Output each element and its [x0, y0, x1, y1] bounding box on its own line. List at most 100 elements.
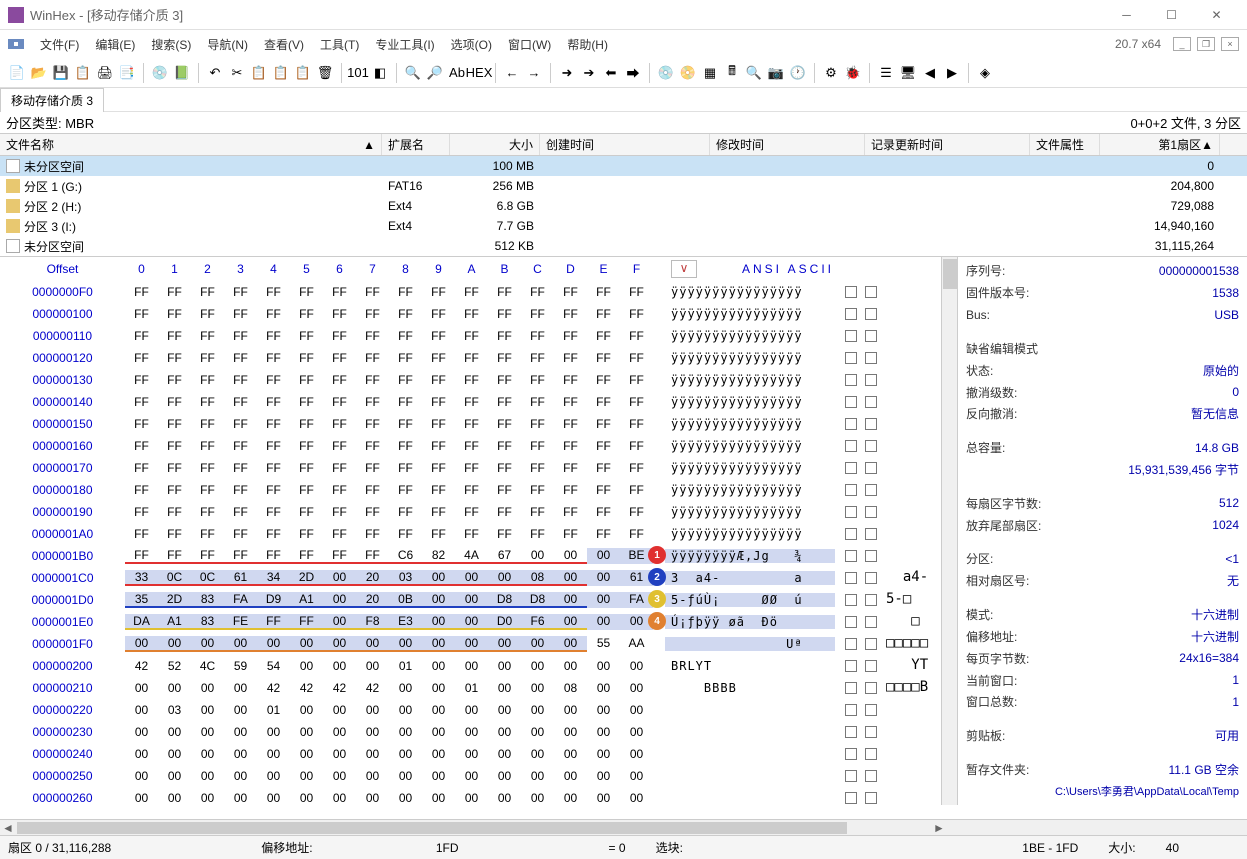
- hex-byte[interactable]: FF: [521, 483, 554, 497]
- hex-byte[interactable]: FF: [455, 307, 488, 321]
- hex-row[interactable]: 0000002400000000000000000000000000000000…: [0, 743, 941, 765]
- hex-byte[interactable]: FF: [290, 373, 323, 387]
- hex-byte[interactable]: 00: [158, 725, 191, 739]
- hex-byte[interactable]: FF: [158, 285, 191, 299]
- hex-byte[interactable]: FF: [356, 285, 389, 299]
- hex-byte[interactable]: FF: [290, 285, 323, 299]
- hex-byte[interactable]: FF: [224, 439, 257, 453]
- hex-byte[interactable]: 00: [587, 703, 620, 717]
- hex-byte[interactable]: FF: [554, 461, 587, 475]
- hex-ascii[interactable]: BRLYT: [665, 659, 835, 673]
- hex-byte[interactable]: 52: [158, 659, 191, 673]
- hex-byte[interactable]: FF: [455, 351, 488, 365]
- hex-vertical-scrollbar[interactable]: [941, 257, 957, 805]
- hex-byte[interactable]: FF: [587, 307, 620, 321]
- hex-byte[interactable]: FF: [323, 527, 356, 541]
- checkbox-icon[interactable]: [845, 418, 857, 430]
- hex-byte[interactable]: FF: [521, 505, 554, 519]
- hex-byte[interactable]: FF: [158, 395, 191, 409]
- hex-row[interactable]: 0000001A0FFFFFFFFFFFFFFFFFFFFFFFFFFFFFFF…: [0, 523, 941, 545]
- hex-byte[interactable]: FF: [554, 329, 587, 343]
- hex-byte[interactable]: FF: [455, 329, 488, 343]
- hex-byte[interactable]: C6: [389, 548, 422, 564]
- hex-byte[interactable]: FF: [323, 439, 356, 453]
- hex-byte[interactable]: FF: [125, 417, 158, 431]
- hex-byte[interactable]: FF: [290, 548, 323, 564]
- hex-byte[interactable]: 00: [356, 703, 389, 717]
- hex-byte[interactable]: FF: [290, 351, 323, 365]
- checkbox-icon[interactable]: [865, 638, 877, 650]
- file-row[interactable]: 未分区空间512 KB31,115,264: [0, 236, 1247, 256]
- hex-row[interactable]: 000000140FFFFFFFFFFFFFFFFFFFFFFFFFFFFFFF…: [0, 391, 941, 413]
- hex-byte[interactable]: 00: [455, 769, 488, 783]
- hex-byte[interactable]: FF: [125, 505, 158, 519]
- hex-byte[interactable]: 00: [587, 747, 620, 761]
- hex-ascii[interactable]: ÿÿÿÿÿÿÿÿÆ‚Jg ¾: [665, 549, 835, 563]
- hex-byte[interactable]: FF: [521, 329, 554, 343]
- file-row[interactable]: 分区 2 (H:)Ext46.8 GB729,088: [0, 196, 1247, 216]
- hex-byte[interactable]: 00: [554, 659, 587, 673]
- checkbox-icon[interactable]: [845, 286, 857, 298]
- hex-byte[interactable]: FF: [125, 548, 158, 564]
- hex-byte[interactable]: 00: [323, 592, 356, 608]
- hex-byte[interactable]: FF: [521, 417, 554, 431]
- hex-row[interactable]: 0000000F0FFFFFFFFFFFFFFFFFFFFFFFFFFFFFFF…: [0, 281, 941, 303]
- hex-byte[interactable]: 42: [356, 681, 389, 695]
- hex-byte[interactable]: FF: [455, 417, 488, 431]
- hex-byte[interactable]: 00: [620, 725, 653, 739]
- hex-byte[interactable]: 00: [521, 769, 554, 783]
- checkbox-icon[interactable]: [845, 550, 857, 562]
- mdi-restore-button[interactable]: ❐: [1197, 37, 1215, 51]
- hex-byte[interactable]: 00: [389, 703, 422, 717]
- hex-byte[interactable]: FF: [620, 373, 653, 387]
- hex-byte[interactable]: 00: [356, 659, 389, 673]
- hex-row[interactable]: 0000001F0000000000000000000000000000055A…: [0, 633, 941, 655]
- hex-byte[interactable]: FF: [554, 351, 587, 365]
- hex-byte[interactable]: FF: [422, 373, 455, 387]
- hex-byte[interactable]: 00: [554, 548, 587, 564]
- hex-byte[interactable]: 00: [191, 703, 224, 717]
- hex-byte[interactable]: FF: [620, 483, 653, 497]
- checkbox-icon[interactable]: [845, 726, 857, 738]
- checkbox-icon[interactable]: [865, 418, 877, 430]
- hex-byte[interactable]: 00: [257, 791, 290, 805]
- hex-byte[interactable]: FF: [158, 373, 191, 387]
- magnifier-icon[interactable]: 🔍: [745, 64, 763, 82]
- hex-byte[interactable]: FF: [224, 505, 257, 519]
- hex-byte[interactable]: FF: [323, 329, 356, 343]
- hex-ascii[interactable]: [665, 747, 835, 761]
- hex-byte[interactable]: FF: [158, 351, 191, 365]
- hex-byte[interactable]: 00: [158, 636, 191, 652]
- hex-byte[interactable]: FF: [389, 483, 422, 497]
- hex-byte[interactable]: 83: [191, 592, 224, 608]
- hex-byte[interactable]: 00: [191, 681, 224, 695]
- hex-byte[interactable]: FF: [521, 395, 554, 409]
- hex-row[interactable]: 000000100FFFFFFFFFFFFFFFFFFFFFFFFFFFFFFF…: [0, 303, 941, 325]
- hex-byte[interactable]: 42: [257, 681, 290, 695]
- hex-byte[interactable]: 00: [158, 769, 191, 783]
- hex-byte[interactable]: FF: [257, 329, 290, 343]
- menu-edit[interactable]: 编辑(E): [89, 34, 141, 55]
- hex-byte[interactable]: 00: [323, 659, 356, 673]
- hex-byte[interactable]: 00: [422, 747, 455, 761]
- hex-byte[interactable]: 00: [389, 769, 422, 783]
- hex-byte[interactable]: FF: [323, 461, 356, 475]
- hex-byte[interactable]: FF: [455, 461, 488, 475]
- checkbox-icon[interactable]: [865, 704, 877, 716]
- hex-row[interactable]: 000000120FFFFFFFFFFFFFFFFFFFFFFFFFFFFFFF…: [0, 347, 941, 369]
- hex-byte[interactable]: 00: [422, 592, 455, 608]
- hex-byte[interactable]: F6: [521, 614, 554, 630]
- hex-ascii[interactable]: ÿÿÿÿÿÿÿÿÿÿÿÿÿÿÿÿ: [665, 461, 835, 475]
- hex-byte[interactable]: 00: [554, 614, 587, 630]
- checkbox-icon[interactable]: [845, 682, 857, 694]
- hex-byte[interactable]: FF: [389, 285, 422, 299]
- checkbox-icon[interactable]: [865, 352, 877, 364]
- hex-byte[interactable]: 00: [488, 570, 521, 586]
- hex-byte[interactable]: 00: [587, 659, 620, 673]
- hex-byte[interactable]: FF: [191, 373, 224, 387]
- hex-byte[interactable]: 00: [389, 791, 422, 805]
- checkbox-icon[interactable]: [865, 792, 877, 804]
- camera-icon[interactable]: 📷: [767, 64, 785, 82]
- hex-byte[interactable]: 00: [323, 725, 356, 739]
- hex-byte[interactable]: FF: [158, 417, 191, 431]
